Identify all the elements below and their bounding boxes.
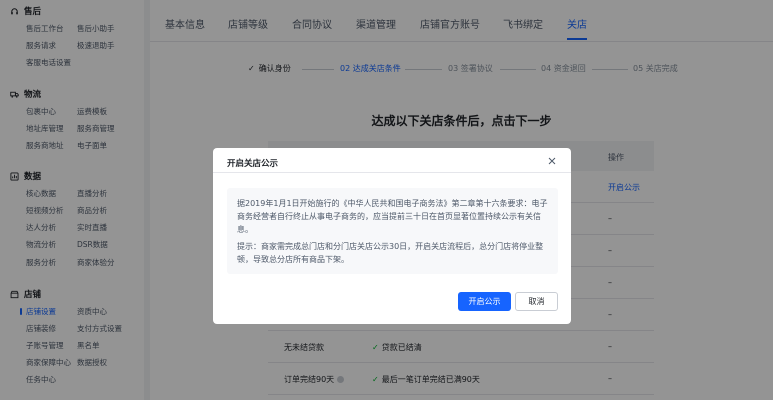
confirm-open-notice-button[interactable]: 开启公示 [458,292,511,311]
notice-box: 据2019年1月1日开始施行的《中华人民共和国电子商务法》第二章第十六条要求：电… [227,188,558,274]
dialog-title: 开启关店公示 [227,159,279,169]
dialog-divider [213,172,571,173]
close-store-notice-dialog: 开启关店公示 据2019年1月1日开始施行的《中华人民共和国电子商务法》第二章第… [213,148,571,324]
notice-tip-text: 提示：商家需完成总门店和分门店关店公示30日，开启关店流程后，总分门店将停业整顿… [237,242,544,264]
close-icon[interactable] [547,156,557,166]
notice-law-text: 据2019年1月1日开始施行的《中华人民共和国电子商务法》第二章第十六条要求：电… [237,199,548,234]
cancel-button[interactable]: 取消 [515,292,558,311]
